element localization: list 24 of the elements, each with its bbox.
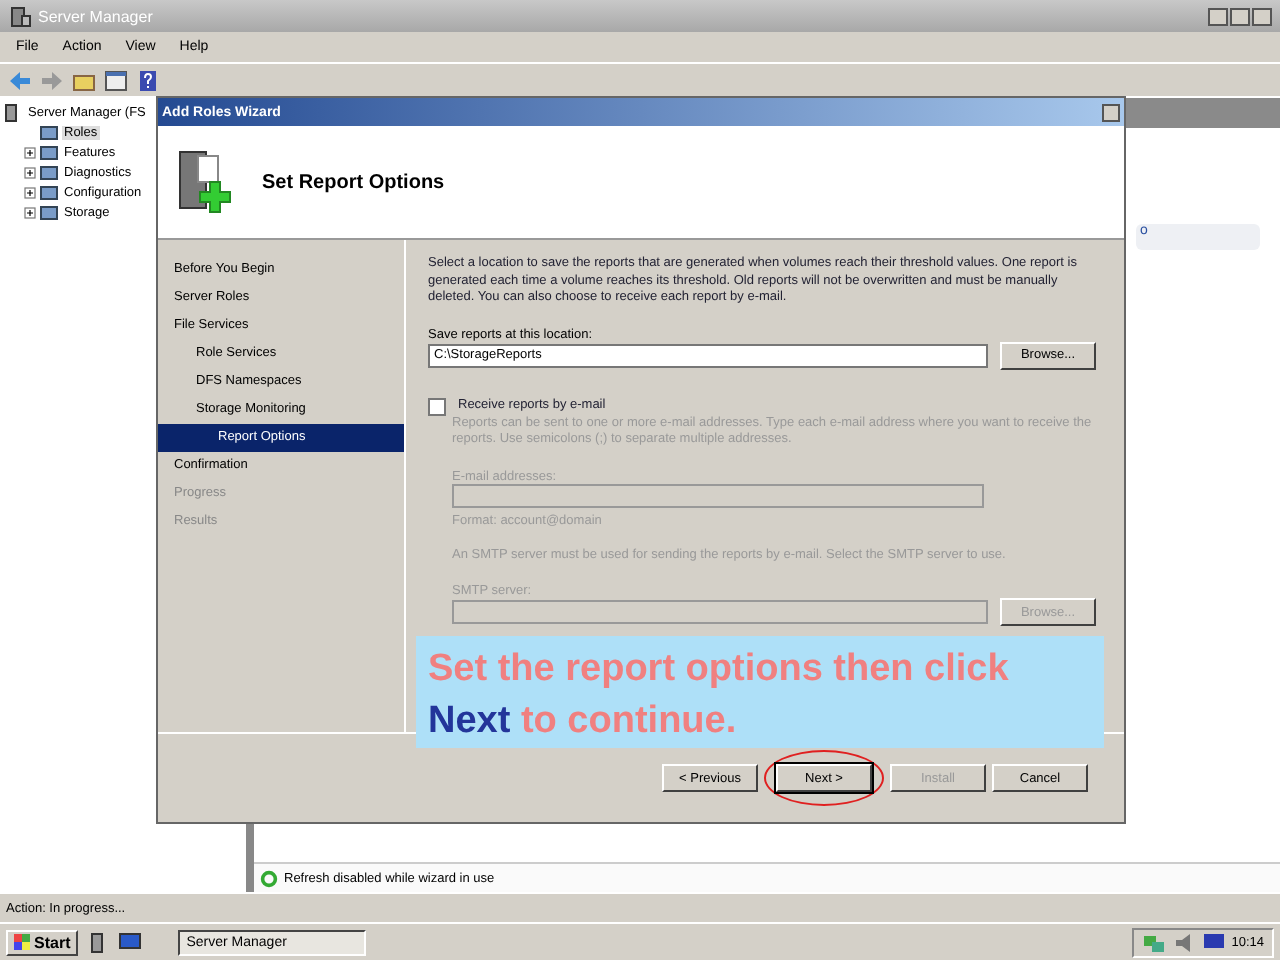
window-title: Server Manager bbox=[38, 7, 153, 25]
speaker-icon[interactable] bbox=[1171, 931, 1196, 953]
instruction-callout: Set the report options then click Next to continue. bbox=[416, 636, 1104, 748]
minimize-button[interactable] bbox=[1208, 7, 1228, 25]
expand-icon[interactable] bbox=[24, 165, 36, 179]
maximize-button[interactable] bbox=[1230, 7, 1250, 25]
monitor-icon[interactable] bbox=[118, 931, 143, 953]
server-icon bbox=[4, 103, 22, 121]
expand-icon[interactable] bbox=[24, 205, 36, 219]
help-icon[interactable] bbox=[136, 69, 160, 91]
refresh-icon bbox=[260, 869, 278, 887]
flag-icon bbox=[14, 934, 30, 950]
expand-icon[interactable] bbox=[24, 185, 36, 199]
close-button[interactable] bbox=[1102, 103, 1120, 121]
start-button[interactable]: Start bbox=[6, 929, 79, 955]
monitor-icon[interactable] bbox=[1201, 931, 1226, 953]
folder-up-icon[interactable] bbox=[72, 69, 96, 91]
console-tree-icon[interactable] bbox=[104, 69, 128, 91]
email-checkbox[interactable] bbox=[428, 397, 446, 415]
close-button[interactable] bbox=[1252, 7, 1272, 25]
server-icon bbox=[8, 5, 32, 27]
server-add-icon bbox=[174, 148, 234, 216]
expand-icon[interactable] bbox=[24, 145, 36, 159]
page-heading: Set Report Options bbox=[262, 171, 445, 193]
